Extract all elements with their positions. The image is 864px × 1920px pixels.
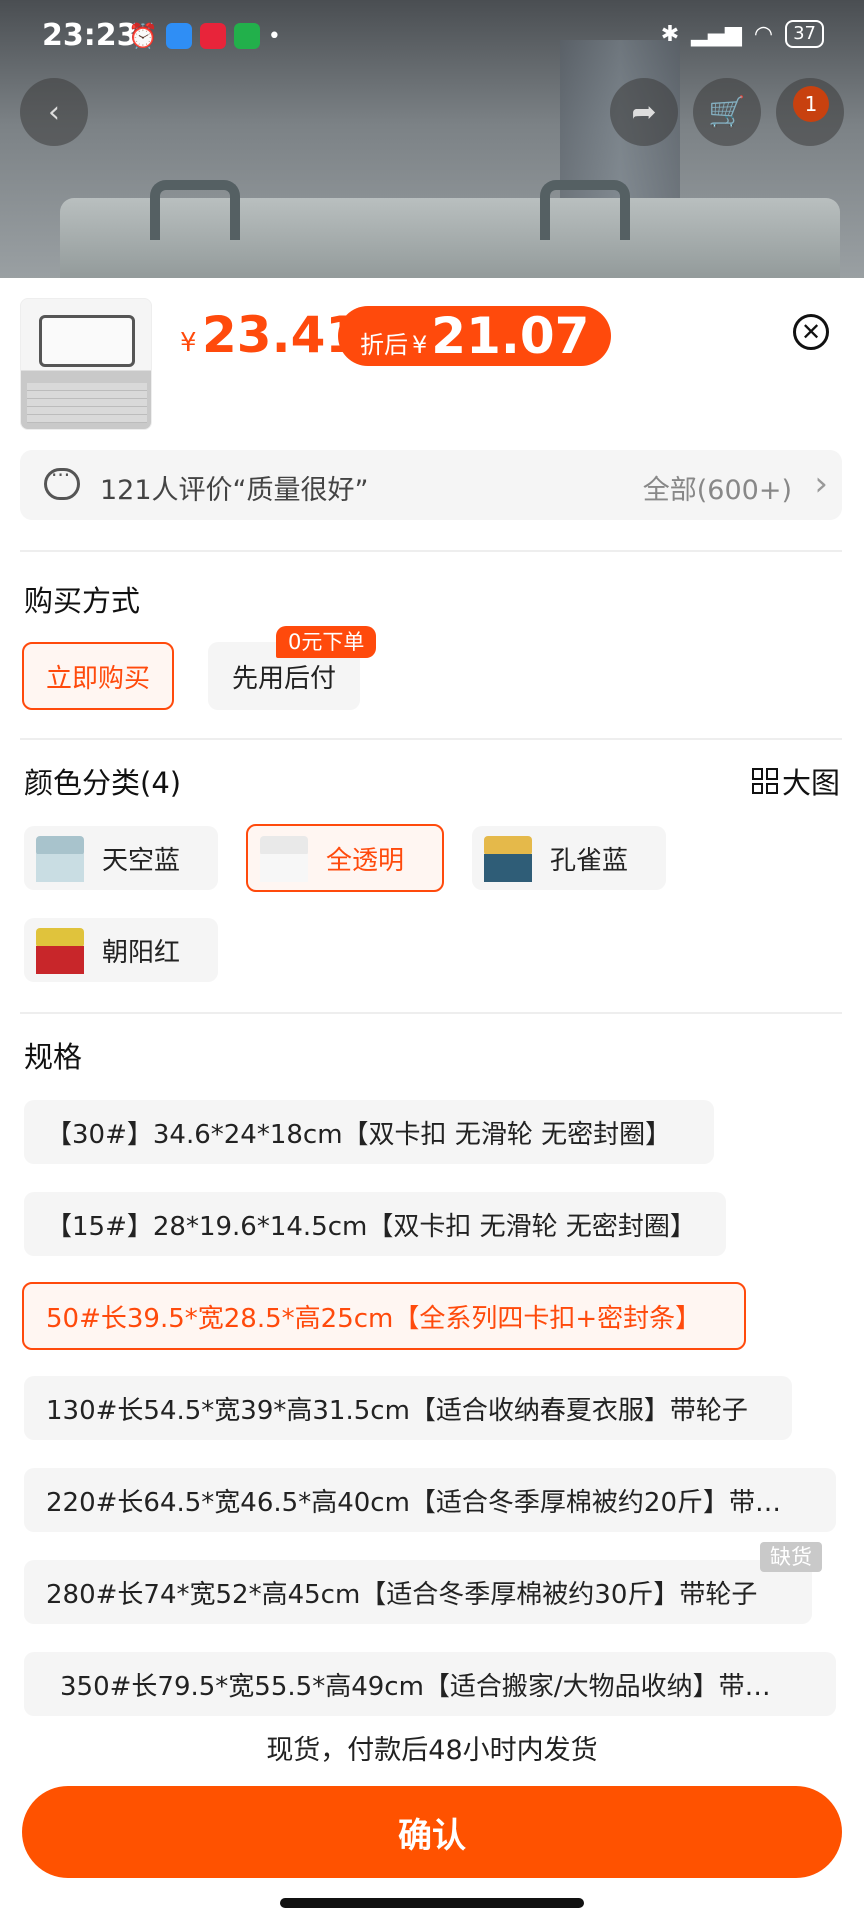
home-indicator: [280, 1898, 584, 1908]
chevron-left-icon: ‹: [48, 94, 60, 130]
signal-icon: ▂▄▆: [691, 21, 742, 47]
thumbnail-size-table: [27, 383, 147, 423]
spec-option[interactable]: 【15#】28*19.6*14.5cm【双卡扣 无滑轮 无密封圈】: [24, 1192, 726, 1256]
color-swatch: [32, 922, 88, 978]
price-currency: ¥: [180, 328, 197, 358]
spec-option[interactable]: 130#长54.5*宽39*高31.5cm【适合收纳春夏衣服】带轮子: [24, 1376, 792, 1440]
purchase-option-label: 先用后付: [232, 663, 337, 694]
spec-option-label: 280#长74*宽52*高45cm【适合冬季厚棉被约30斤】带轮子: [46, 1579, 758, 1610]
discount-currency: ¥: [412, 331, 428, 359]
price: 23.41: [202, 306, 361, 364]
status-notification-icons: ⏰ •: [128, 22, 281, 50]
color-option-peacock-blue[interactable]: 孔雀蓝: [472, 826, 666, 890]
confirm-button[interactable]: 确认: [22, 1786, 842, 1878]
spec-option-selected[interactable]: 50#长39.5*宽28.5*高25cm【全系列四卡扣+密封条】: [22, 1282, 746, 1350]
color-option-label: 全透明: [326, 845, 405, 876]
color-swatch: [256, 830, 312, 886]
color-option-label: 孔雀蓝: [550, 845, 629, 876]
color-option-label: 天空蓝: [102, 845, 181, 876]
photo-box-clip: [540, 180, 630, 240]
cart-count-badge: 1: [793, 86, 829, 122]
divider: [20, 550, 842, 552]
alarm-icon: ⏰: [128, 22, 158, 50]
discount-price-pill: 折后 ¥ 21.07: [338, 306, 612, 366]
close-icon: ✕: [800, 318, 822, 346]
status-time: 23:23: [42, 18, 138, 53]
bluetooth-icon: ✱: [660, 21, 680, 47]
photo-box-clip: [150, 180, 240, 240]
spec-option[interactable]: 350#长79.5*宽55.5*高49cm【适合搬家/大物品收纳】带…: [24, 1652, 836, 1716]
color-swatch: [32, 830, 88, 886]
zero-down-badge: 0元下单: [276, 626, 377, 658]
sku-selector-sheet: ¥ 23.41 折后 ¥ 21.07 ✕ 121人评价“质量很好” 全部(600…: [0, 278, 864, 1920]
review-summary-text: 121人评价“质量很好”: [100, 475, 369, 506]
cart-icon: 🛒: [708, 94, 746, 130]
share-icon: ➦: [631, 94, 657, 130]
phone-notification-icon: [233, 23, 260, 49]
comment-icon: [44, 463, 80, 500]
app-notification-icon: [199, 23, 226, 49]
review-summary-bar[interactable]: 121人评价“质量很好” 全部(600+) ›: [20, 450, 842, 520]
spec-option[interactable]: 【30#】34.6*24*18cm【双卡扣 无滑轮 无密封圈】: [24, 1100, 714, 1164]
purchase-option-label: 立即购买: [46, 663, 151, 694]
color-option-transparent[interactable]: 全透明: [246, 824, 444, 892]
divider: [20, 1012, 842, 1014]
spec-option-label: 【30#】34.6*24*18cm【双卡扣 无滑轮 无密封圈】: [46, 1119, 672, 1150]
grid-icon: [751, 768, 778, 794]
spec-option[interactable]: 220#长64.5*宽46.5*高40cm【适合冬季厚棉被约20斤】带…: [24, 1468, 836, 1532]
spec-section-title: 规格: [24, 1040, 83, 1074]
discount-price: 21.07: [431, 307, 590, 365]
color-option-sky-blue[interactable]: 天空蓝: [24, 826, 218, 890]
color-option-label: 朝阳红: [102, 937, 181, 968]
status-bar: 23:23 ⏰ • ✱ ▂▄▆ ◠ 37: [0, 0, 864, 62]
color-section-title: 颜色分类(4): [24, 766, 182, 800]
discount-label: 折后: [360, 331, 408, 359]
spec-option-label: 【15#】28*19.6*14.5cm【双卡扣 无滑轮 无密封圈】: [46, 1211, 696, 1242]
thumbnail-box: [39, 315, 135, 367]
spec-option-label: 130#长54.5*宽39*高31.5cm【适合收纳春夏衣服】带轮子: [46, 1395, 748, 1426]
spec-option[interactable]: 280#长74*宽52*高45cm【适合冬季厚棉被约30斤】带轮子: [24, 1560, 812, 1624]
wifi-icon: ◠: [753, 21, 774, 47]
spec-option-label: 50#长39.5*宽28.5*高25cm【全系列四卡扣+密封条】: [46, 1303, 702, 1334]
big-image-toggle[interactable]: 大图: [751, 760, 840, 802]
back-button[interactable]: ‹: [20, 78, 88, 146]
purchase-method-title: 购买方式: [24, 584, 141, 618]
purchase-option-buy-now[interactable]: 立即购买: [22, 642, 175, 710]
color-swatch: [480, 830, 536, 886]
close-button[interactable]: ✕: [793, 314, 829, 350]
app-notification-icon: [165, 23, 192, 49]
spec-option-label: 350#长79.5*宽55.5*高49cm【适合搬家/大物品收纳】带…: [60, 1671, 771, 1702]
spec-option-label: 220#长64.5*宽46.5*高40cm【适合冬季厚棉被约20斤】带…: [46, 1487, 781, 1518]
battery-icon: 37: [785, 20, 824, 48]
shipping-note: 现货，付款后48小时内发货: [266, 1735, 598, 1766]
share-button[interactable]: ➦: [610, 78, 678, 146]
cart-button[interactable]: 🛒: [693, 78, 761, 146]
color-option-sunrise-red[interactable]: 朝阳红: [24, 918, 218, 982]
out-of-stock-badge: 缺货: [760, 1542, 822, 1572]
product-thumbnail[interactable]: [20, 298, 152, 430]
more-dot-icon: •: [267, 23, 281, 49]
review-all-link[interactable]: 全部(600+): [643, 468, 792, 507]
chevron-right-icon: ›: [814, 464, 828, 504]
divider: [20, 738, 842, 740]
big-image-label: 大图: [781, 766, 840, 800]
